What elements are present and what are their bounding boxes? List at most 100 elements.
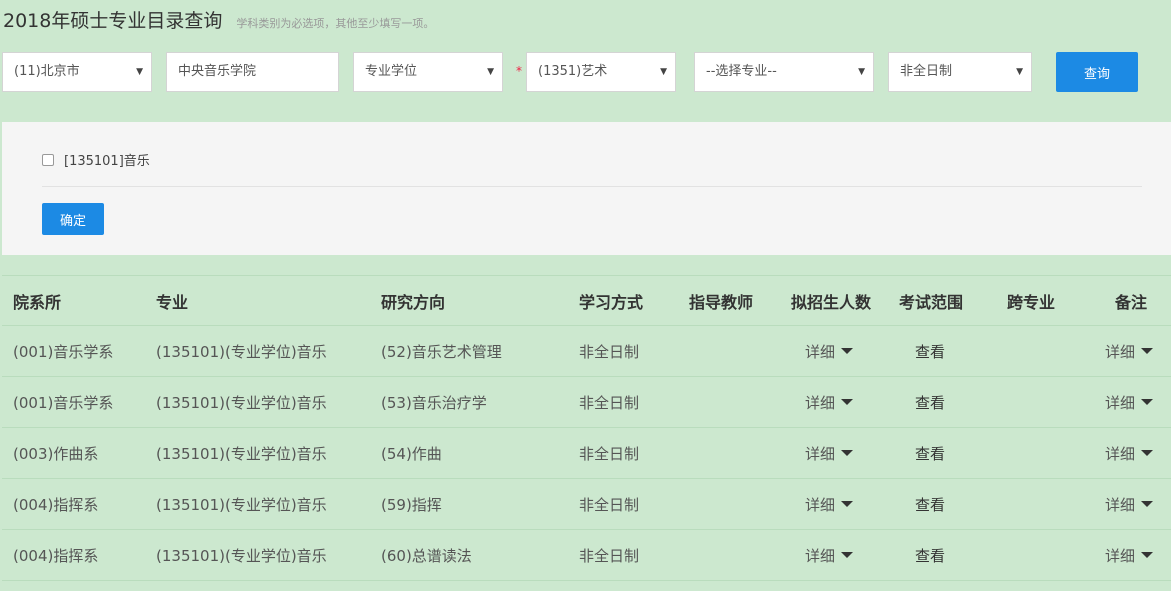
note-detail-toggle[interactable]: 详细 bbox=[1105, 377, 1154, 427]
exam-view-link[interactable]: 查看 bbox=[915, 479, 945, 529]
quota-detail-toggle[interactable]: 详细 bbox=[805, 377, 854, 427]
province-select[interactable]: (11)北京市 ▼ bbox=[2, 52, 152, 92]
major-value: --选择专业-- bbox=[706, 64, 777, 79]
results-table: 院系所 专业 研究方向 学习方式 指导教师 拟招生人数 考试范围 跨专业 备注 … bbox=[2, 275, 1171, 581]
cell-major: (135101)(专业学位)音乐 bbox=[156, 495, 327, 514]
note-detail-toggle[interactable]: 详细 bbox=[1105, 326, 1154, 376]
cell-mode: 非全日制 bbox=[579, 495, 640, 514]
caret-down-icon bbox=[841, 348, 854, 354]
quota-detail-toggle[interactable]: 详细 bbox=[805, 530, 854, 580]
quota-detail-toggle[interactable]: 详细 bbox=[805, 326, 854, 376]
quota-detail-label: 详细 bbox=[805, 444, 836, 463]
caret-down-icon bbox=[1141, 552, 1154, 558]
page-header: 2018年硕士专业目录查询 学科类别为必选项，其他至少填写一项。 bbox=[3, 6, 434, 33]
quota-detail-label: 详细 bbox=[805, 495, 836, 514]
query-button[interactable]: 查询 bbox=[1056, 52, 1138, 92]
note-detail-label: 详细 bbox=[1105, 495, 1136, 514]
cell-dept: (001)音乐学系 bbox=[13, 342, 114, 361]
note-detail-toggle[interactable]: 详细 bbox=[1105, 479, 1154, 529]
cell-major: (135101)(专业学位)音乐 bbox=[156, 444, 327, 463]
table-row: (004)指挥系 (135101)(专业学位)音乐 (60)总谱读法 非全日制 … bbox=[2, 530, 1171, 581]
page-subtitle: 学科类别为必选项，其他至少填写一项。 bbox=[236, 17, 435, 30]
caret-down-icon bbox=[1141, 348, 1154, 354]
major-select[interactable]: --选择专业-- ▼ bbox=[694, 52, 874, 92]
chevron-down-icon: ▼ bbox=[1016, 67, 1023, 77]
cell-mode: 非全日制 bbox=[579, 342, 640, 361]
column-header-dept: 院系所 bbox=[13, 292, 62, 312]
cell-direction: (53)音乐治疗学 bbox=[381, 393, 487, 412]
school-input-value: 中央音乐学院 bbox=[178, 64, 257, 79]
column-header-note: 备注 bbox=[1115, 292, 1148, 312]
cell-direction: (54)作曲 bbox=[381, 444, 442, 463]
province-select-value: (11)北京市 bbox=[14, 64, 80, 79]
degree-type-select[interactable]: 专业学位 ▼ bbox=[353, 52, 503, 92]
cell-major: (135101)(专业学位)音乐 bbox=[156, 342, 327, 361]
page-title: 2018年硕士专业目录查询 bbox=[3, 10, 223, 32]
quota-detail-toggle[interactable]: 详细 bbox=[805, 479, 854, 529]
chevron-down-icon: ▼ bbox=[487, 67, 494, 77]
cell-direction: (59)指挥 bbox=[381, 495, 442, 514]
chevron-down-icon: ▼ bbox=[858, 67, 865, 77]
major-checkbox-label: [135101]音乐 bbox=[64, 154, 150, 169]
column-header-major: 专业 bbox=[156, 292, 189, 312]
table-row: (001)音乐学系 (135101)(专业学位)音乐 (53)音乐治疗学 非全日… bbox=[2, 377, 1171, 428]
caret-down-icon bbox=[841, 450, 854, 456]
column-header-exam: 考试范围 bbox=[899, 292, 964, 312]
quota-detail-label: 详细 bbox=[805, 342, 836, 361]
column-header-advisor: 指导教师 bbox=[689, 292, 754, 312]
cell-dept: (004)指挥系 bbox=[13, 495, 99, 514]
filter-bar: (11)北京市 ▼ 中央音乐学院 专业学位 ▼ * (1351)艺术 ▼ --选… bbox=[0, 52, 1171, 92]
note-detail-label: 详细 bbox=[1105, 342, 1136, 361]
table-row: (001)音乐学系 (135101)(专业学位)音乐 (52)音乐艺术管理 非全… bbox=[2, 326, 1171, 377]
note-detail-toggle[interactable]: 详细 bbox=[1105, 530, 1154, 580]
caret-down-icon bbox=[1141, 450, 1154, 456]
discipline-value: (1351)艺术 bbox=[538, 64, 608, 79]
study-mode-select[interactable]: 非全日制 ▼ bbox=[888, 52, 1032, 92]
exam-view-link[interactable]: 查看 bbox=[915, 377, 945, 427]
cell-direction: (60)总谱读法 bbox=[381, 546, 472, 565]
chevron-down-icon: ▼ bbox=[660, 67, 667, 77]
caret-down-icon bbox=[841, 501, 854, 507]
cell-direction: (52)音乐艺术管理 bbox=[381, 342, 502, 361]
major-checkbox-row[interactable]: [135101]音乐 bbox=[42, 150, 150, 169]
quota-detail-label: 详细 bbox=[805, 393, 836, 412]
caret-down-icon bbox=[1141, 501, 1154, 507]
exam-view-link[interactable]: 查看 bbox=[915, 326, 945, 376]
required-mark: * bbox=[516, 64, 522, 78]
cell-dept: (004)指挥系 bbox=[13, 546, 99, 565]
exam-view-link[interactable]: 查看 bbox=[915, 428, 945, 478]
major-checkbox[interactable] bbox=[42, 153, 54, 166]
note-detail-label: 详细 bbox=[1105, 546, 1136, 565]
caret-down-icon bbox=[841, 399, 854, 405]
cell-mode: 非全日制 bbox=[579, 444, 640, 463]
divider bbox=[42, 186, 1142, 187]
study-mode-value: 非全日制 bbox=[900, 64, 953, 79]
cell-major: (135101)(专业学位)音乐 bbox=[156, 393, 327, 412]
cell-dept: (003)作曲系 bbox=[13, 444, 99, 463]
table-row: (003)作曲系 (135101)(专业学位)音乐 (54)作曲 非全日制 详细… bbox=[2, 428, 1171, 479]
exam-view-link[interactable]: 查看 bbox=[915, 530, 945, 580]
degree-type-value: 专业学位 bbox=[365, 64, 418, 79]
column-header-quota: 拟招生人数 bbox=[791, 292, 872, 312]
table-header-row: 院系所 专业 研究方向 学习方式 指导教师 拟招生人数 考试范围 跨专业 备注 bbox=[2, 276, 1171, 326]
cell-mode: 非全日制 bbox=[579, 546, 640, 565]
caret-down-icon bbox=[841, 552, 854, 558]
confirm-button[interactable]: 确定 bbox=[42, 203, 104, 235]
cell-mode: 非全日制 bbox=[579, 393, 640, 412]
table-row: (004)指挥系 (135101)(专业学位)音乐 (59)指挥 非全日制 详细… bbox=[2, 479, 1171, 530]
cell-major: (135101)(专业学位)音乐 bbox=[156, 546, 327, 565]
note-detail-label: 详细 bbox=[1105, 393, 1136, 412]
caret-down-icon bbox=[1141, 399, 1154, 405]
major-selection-panel: [135101]音乐 确定 bbox=[2, 122, 1171, 255]
cell-dept: (001)音乐学系 bbox=[13, 393, 114, 412]
school-input[interactable]: 中央音乐学院 bbox=[166, 52, 339, 92]
quota-detail-toggle[interactable]: 详细 bbox=[805, 428, 854, 478]
column-header-cross-major: 跨专业 bbox=[1007, 292, 1056, 312]
chevron-down-icon: ▼ bbox=[136, 67, 143, 77]
note-detail-label: 详细 bbox=[1105, 444, 1136, 463]
column-header-direction: 研究方向 bbox=[381, 292, 446, 312]
column-header-mode: 学习方式 bbox=[579, 292, 644, 312]
quota-detail-label: 详细 bbox=[805, 546, 836, 565]
note-detail-toggle[interactable]: 详细 bbox=[1105, 428, 1154, 478]
discipline-select[interactable]: (1351)艺术 ▼ bbox=[526, 52, 676, 92]
